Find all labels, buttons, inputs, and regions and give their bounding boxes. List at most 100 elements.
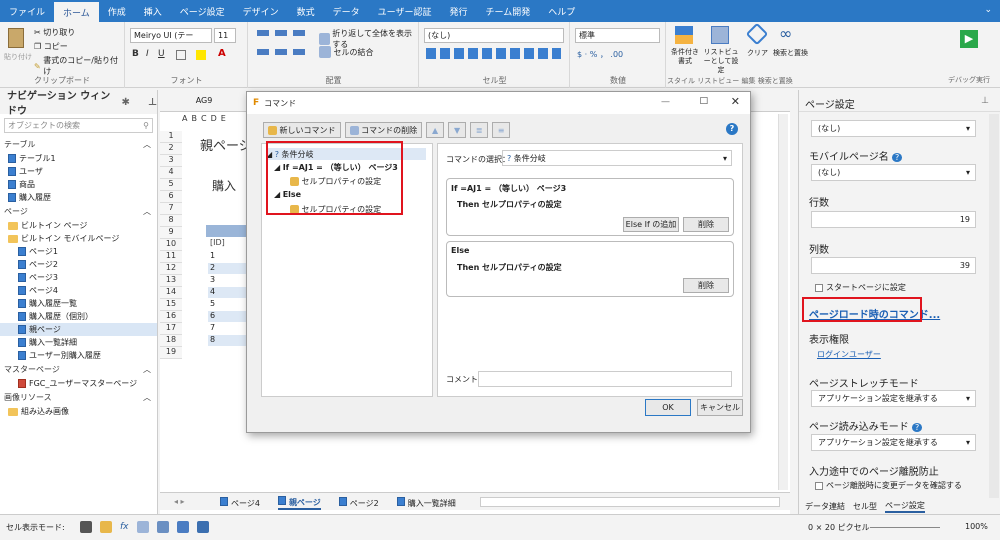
command-select[interactable]: ? 条件分岐 ▾ [502, 150, 732, 166]
page-folder[interactable]: ビルトイン モバイルページ [0, 232, 157, 245]
mode-icon[interactable] [156, 521, 169, 533]
row-header[interactable]: 11 [160, 251, 182, 263]
tab-data-binding[interactable]: データ連結 [805, 501, 845, 512]
column-header[interactable]: B [191, 114, 197, 123]
tab-formula[interactable]: 数式 [288, 0, 324, 22]
nav-section-tables[interactable]: テーブル ︿ [0, 137, 157, 152]
delete-if-button[interactable]: 削除 [683, 217, 729, 232]
row-header[interactable]: 5 [160, 179, 182, 191]
conditional-format-icon[interactable] [675, 26, 693, 44]
clear-icon[interactable] [745, 22, 769, 46]
tab-insert[interactable]: 挿入 [135, 0, 171, 22]
nav-section-master[interactable]: マスターページ ︿ [0, 362, 157, 377]
row-header[interactable]: 16 [160, 311, 182, 323]
close-icon[interactable]: ✕ [731, 95, 740, 108]
tab-file[interactable]: ファイル [0, 0, 54, 22]
mode-icon[interactable] [80, 521, 92, 533]
mode-icon[interactable] [136, 521, 149, 533]
help-icon[interactable]: ? [892, 153, 903, 162]
page-item[interactable]: ユーザー別購入履歴 [0, 349, 157, 362]
page-item-selected[interactable]: 親ページ [0, 323, 157, 336]
tab-design[interactable]: デザイン [234, 0, 288, 22]
cancel-button[interactable]: キャンセル [697, 399, 743, 416]
formula-icon[interactable]: fx [120, 522, 129, 532]
tab-page-settings[interactable]: ページ設定 [885, 500, 925, 513]
tab-help[interactable]: ヘルプ [539, 0, 584, 22]
tab-cell-type[interactable]: セル型 [853, 501, 877, 512]
tab-publish[interactable]: 発行 [440, 0, 476, 22]
tab-home[interactable]: ホーム [54, 2, 99, 22]
row-header[interactable]: 8 [160, 215, 182, 227]
start-page-checkbox[interactable]: スタートページに設定 [815, 282, 906, 293]
outdent-button[interactable]: ≡ [492, 122, 511, 138]
cell-reference-box[interactable]: AG9 [164, 94, 244, 108]
if-condition[interactable]: If =AJ1 = （等しい） ページ3 [451, 183, 566, 194]
page-item[interactable]: 購入一覧詳細 [0, 336, 157, 349]
mobile-page-select[interactable]: (なし) ▾ [811, 164, 976, 181]
find-replace-icon[interactable]: ∞ [779, 24, 792, 43]
row-header[interactable]: 4 [160, 167, 182, 179]
border-icon[interactable] [176, 50, 186, 60]
row-header[interactable]: 9 [160, 227, 182, 239]
maximize-icon[interactable]: □ [699, 96, 708, 106]
page-item[interactable]: ページ2 [0, 258, 157, 271]
column-header[interactable]: E [221, 114, 226, 123]
number-format-select[interactable]: 標準 [575, 28, 660, 43]
top-select[interactable]: (なし) ▾ [811, 120, 976, 137]
row-header[interactable]: 10 [160, 239, 182, 251]
align-icons-2[interactable] [257, 49, 307, 55]
page-item[interactable]: 購入履歴（個別） [0, 310, 157, 323]
if-then[interactable]: Then セルプロパティの設定 [457, 199, 562, 210]
column-header[interactable]: A [182, 114, 187, 123]
image-folder[interactable]: 組み込み画像 [0, 405, 157, 418]
table-item[interactable]: ユーザ [0, 165, 157, 178]
page-item[interactable]: 購入履歴一覧 [0, 297, 157, 310]
sheet-tab[interactable]: ページ4 [220, 497, 260, 509]
object-search-input[interactable]: オブジェクトの検索 ⚲ [4, 118, 153, 133]
clear-button[interactable]: クリア [747, 48, 768, 58]
master-page-item[interactable]: FGC_ユーザーマスターページ [0, 377, 157, 390]
permission-link[interactable]: ログインユーザー [817, 349, 881, 360]
sheet-tab-active[interactable]: 親ページ [277, 496, 321, 510]
row-header[interactable]: 6 [160, 191, 182, 203]
nav-section-images[interactable]: 画像リソース ︿ [0, 390, 157, 405]
column-header[interactable]: C [201, 114, 207, 123]
debug-run-icon[interactable]: ▶ [960, 30, 978, 48]
new-command-button[interactable]: 新しいコマンド [263, 122, 341, 138]
minimize-icon[interactable]: — [661, 97, 670, 107]
row-header[interactable]: 1 [160, 131, 182, 143]
leave-check-checkbox[interactable]: ページ離脱時に変更データを確認する [815, 480, 962, 491]
paste-button[interactable]: 貼り付け [4, 52, 32, 62]
tab-data[interactable]: データ [324, 0, 369, 22]
find-replace-button[interactable]: 検索と置換 [773, 48, 808, 58]
sheet-tab[interactable]: ページ2 [338, 497, 379, 509]
load-mode-select[interactable]: アプリケーション設定を継承する ▾ [811, 434, 976, 451]
add-else-if-button[interactable]: Else If の追加 [623, 217, 679, 232]
row-header[interactable]: 3 [160, 155, 182, 167]
collapse-ribbon-icon[interactable]: ⌄ [984, 5, 992, 15]
tab-create[interactable]: 作成 [99, 0, 135, 22]
italic-button[interactable]: I [146, 49, 149, 59]
column-header[interactable]: D [211, 114, 217, 123]
row-header[interactable]: 17 [160, 323, 182, 335]
list-view-button[interactable]: リストビューとして設定 [703, 48, 739, 75]
move-up-button[interactable]: ▲ [426, 122, 445, 138]
else-then[interactable]: Then セルプロパティの設定 [457, 262, 562, 273]
conditional-format-button[interactable]: 条件付き書式 [669, 48, 701, 66]
id-field-cell[interactable]: [ID] [210, 238, 225, 247]
mode-icon[interactable] [100, 521, 112, 533]
table-item[interactable]: テーブル1 [0, 152, 157, 165]
comment-input[interactable] [478, 371, 732, 387]
horizontal-scrollbar[interactable] [480, 497, 780, 507]
row-header[interactable]: 2 [160, 143, 182, 155]
table-item[interactable]: 購入履歴 [0, 191, 157, 204]
delete-command-button[interactable]: コマンドの削除 [344, 122, 423, 138]
cell-type-select[interactable]: (なし) [424, 28, 564, 43]
tab-page-setup[interactable]: ページ設定 [171, 0, 234, 22]
vertical-scrollbar[interactable] [778, 114, 788, 490]
panel-scrollbar[interactable] [989, 114, 999, 498]
pin-icon[interactable]: ⊥ [148, 97, 157, 108]
help-icon[interactable]: ? [912, 423, 923, 432]
sheet-nav-arrows[interactable]: ◂ ▸ [174, 497, 185, 506]
rows-input[interactable]: 19 [811, 211, 976, 228]
